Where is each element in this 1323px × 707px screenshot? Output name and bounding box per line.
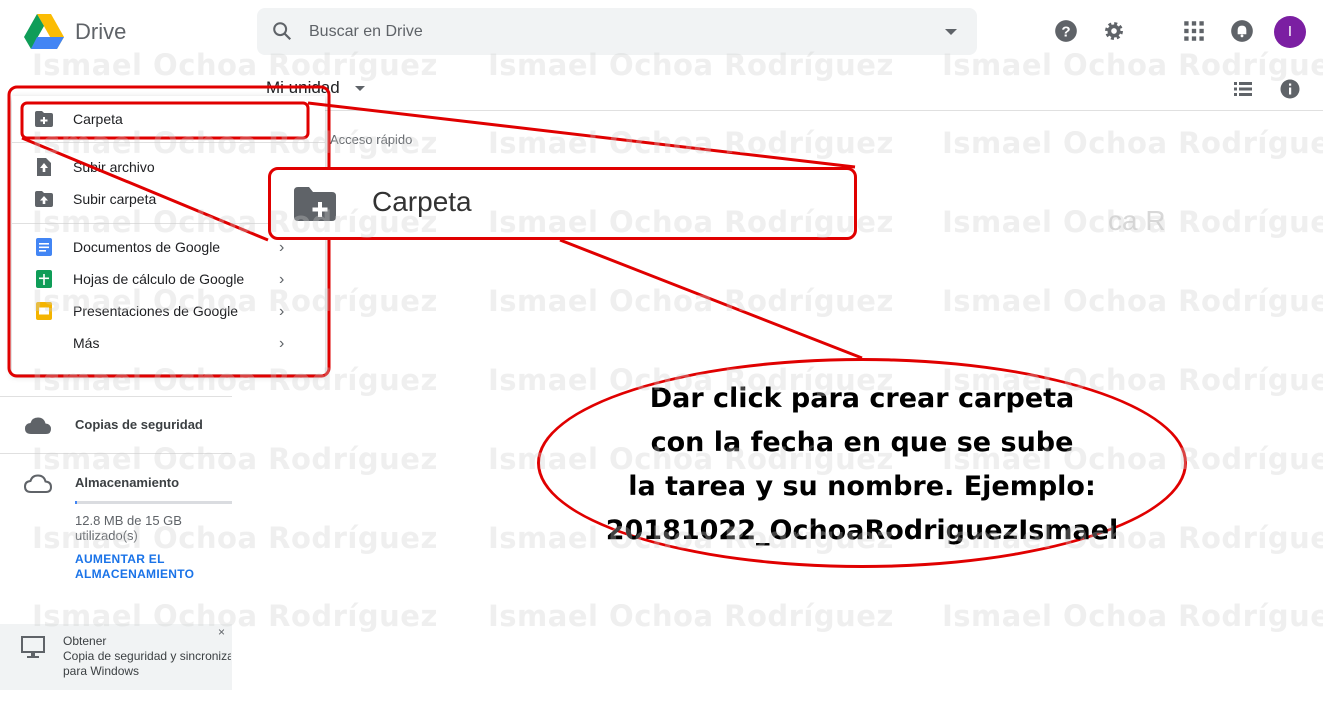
search-bar[interactable] bbox=[257, 8, 977, 55]
bubble-pointer-line bbox=[559, 238, 863, 360]
menu-item-folder[interactable]: Carpeta bbox=[12, 103, 325, 135]
backup-sync-promo[interactable]: Obtener Copia de seguridad y sincronizac… bbox=[0, 624, 232, 690]
menu-item-google-slides[interactable]: Presentaciones de Google › bbox=[12, 295, 325, 327]
list-view-icon[interactable] bbox=[1232, 78, 1254, 100]
breadcrumb-dropdown-icon[interactable] bbox=[355, 86, 365, 91]
promo-text: Obtener Copia de seguridad y sincronizac… bbox=[63, 634, 231, 679]
watermark: Ismael Ochoa Rodríguez bbox=[942, 126, 1323, 160]
menu-divider bbox=[12, 142, 325, 143]
watermark: Ismael Ochoa Rodríguez bbox=[488, 126, 894, 160]
instruction-line: 20181022_OchoaRodriguezIsmael bbox=[605, 515, 1119, 546]
apps-grid-icon[interactable] bbox=[1181, 18, 1207, 44]
folder-upload-icon bbox=[35, 191, 53, 207]
watermark: Ismael Ochoa Rodríguez bbox=[488, 284, 894, 318]
menu-item-label: Más bbox=[73, 335, 100, 351]
watermark: Ismael Ochoa Rodríguez bbox=[488, 599, 894, 633]
cloud-icon bbox=[25, 417, 51, 434]
menu-item-google-sheets[interactable]: Hojas de cálculo de Google › bbox=[12, 263, 325, 295]
google-docs-icon bbox=[36, 238, 52, 256]
menu-item-label: Presentaciones de Google bbox=[73, 303, 238, 319]
drive-logo-icon[interactable] bbox=[24, 14, 64, 50]
google-sheets-icon bbox=[36, 270, 52, 288]
partial-filename-text: ca R bbox=[1108, 205, 1166, 236]
file-upload-icon bbox=[37, 158, 51, 176]
sidebar-item-label: Almacenamiento bbox=[75, 475, 180, 490]
instruction-line: Dar click para crear carpeta bbox=[649, 383, 1075, 414]
menu-item-label: Subir archivo bbox=[73, 159, 155, 175]
promo-line: Copia de seguridad y sincronización bbox=[63, 649, 231, 663]
header-divider bbox=[232, 110, 1323, 111]
sidebar-divider bbox=[0, 396, 232, 397]
svg-text:?: ? bbox=[1061, 23, 1070, 40]
chevron-right-icon: › bbox=[279, 303, 285, 320]
watermark: Ismael Ochoa Rodríguez bbox=[32, 442, 438, 476]
sidebar-divider bbox=[0, 453, 232, 454]
menu-item-label: Subir carpeta bbox=[73, 191, 157, 207]
search-input[interactable] bbox=[309, 8, 909, 55]
breadcrumb-my-drive[interactable]: Mi unidad bbox=[266, 78, 340, 98]
instruction-bubble: Dar click para crear carpeta con la fech… bbox=[537, 358, 1187, 568]
quick-access-heading: Acceso rápido bbox=[330, 132, 413, 147]
promo-line: Obtener bbox=[63, 634, 107, 648]
notifications-bell-icon[interactable] bbox=[1229, 18, 1255, 44]
google-slides-icon bbox=[36, 302, 52, 320]
chevron-right-icon: › bbox=[279, 271, 285, 288]
upgrade-storage-link[interactable]: AUMENTAR EL ALMACENAMIENTO bbox=[75, 552, 225, 582]
folder-plus-icon bbox=[294, 187, 336, 221]
info-icon[interactable] bbox=[1279, 78, 1301, 100]
close-icon[interactable]: × bbox=[218, 625, 225, 639]
storage-usage-fill bbox=[75, 501, 77, 504]
search-options-dropdown-icon[interactable] bbox=[945, 29, 957, 35]
storage-usage-bar bbox=[75, 501, 232, 504]
menu-item-more[interactable]: Más › bbox=[12, 327, 325, 359]
folder-plus-icon bbox=[35, 111, 53, 127]
search-icon[interactable] bbox=[271, 20, 293, 42]
storage-usage-text: 12.8 MB de 15 GB utilizado(s) bbox=[75, 513, 182, 543]
watermark: Ismael Ochoa Rodríguez bbox=[942, 48, 1323, 82]
chevron-right-icon: › bbox=[279, 239, 285, 256]
account-avatar[interactable]: I bbox=[1274, 16, 1306, 48]
desktop-computer-icon bbox=[21, 636, 45, 658]
folder-callout: Carpeta bbox=[268, 167, 857, 240]
menu-item-label: Hojas de cálculo de Google bbox=[73, 271, 245, 287]
help-icon[interactable]: ? bbox=[1053, 18, 1079, 44]
menu-item-label: Documentos de Google bbox=[73, 239, 221, 255]
menu-item-label: Carpeta bbox=[73, 111, 123, 127]
settings-gear-icon[interactable] bbox=[1101, 18, 1127, 44]
instruction-text: Dar click para crear carpeta con la fech… bbox=[540, 377, 1184, 553]
cloud-outline-icon bbox=[24, 474, 52, 493]
sidebar-item-label: Copias de seguridad bbox=[75, 417, 203, 432]
watermark: Ismael Ochoa Rodríguez bbox=[942, 284, 1323, 318]
instruction-line: la tarea y su nombre. Ejemplo: bbox=[628, 471, 1096, 502]
drive-window: Drive ? I Mi unidad bbox=[0, 0, 1323, 707]
promo-line: para Windows bbox=[63, 664, 140, 678]
callout-label: Carpeta bbox=[372, 186, 472, 217]
app-name: Drive bbox=[75, 19, 127, 44]
chevron-right-icon: › bbox=[279, 335, 285, 352]
instruction-line: con la fecha en que se sube bbox=[650, 427, 1074, 458]
watermark: Ismael Ochoa Rodríguez bbox=[942, 599, 1323, 633]
